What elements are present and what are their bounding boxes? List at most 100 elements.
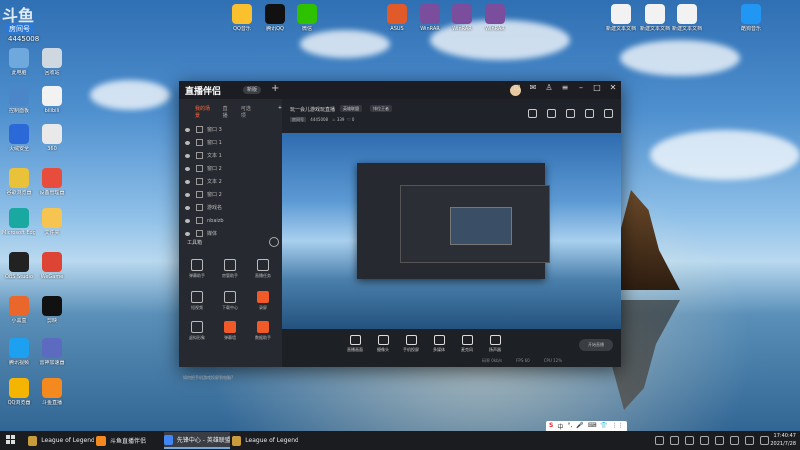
eye-icon[interactable] [185, 127, 190, 132]
eye-icon[interactable] [185, 231, 190, 236]
screenshot-icon[interactable] [566, 109, 575, 118]
desktop-icon[interactable]: 谷歌浏览器 [2, 168, 36, 196]
eye-icon[interactable] [185, 179, 190, 184]
desktop-icon[interactable]: OBS Studio [2, 252, 36, 280]
tool-button[interactable]: 房管助手 [217, 259, 243, 279]
scene-item[interactable]: 窗口 2 [179, 162, 282, 175]
tray-icon[interactable] [760, 436, 769, 445]
lock-icon[interactable] [196, 165, 203, 172]
ime-item[interactable]: ⌨ [588, 422, 597, 431]
desktop-icon[interactable]: ASUS [380, 4, 414, 32]
scene-item[interactable]: 文本 1 [179, 149, 282, 162]
desktop-icon[interactable]: 新建文本文档 [670, 4, 704, 32]
control-button[interactable]: 多媒体 [426, 335, 452, 353]
scene-item[interactable]: 窗口 3 [179, 123, 282, 136]
start-button[interactable] [6, 435, 16, 445]
desktop-icon[interactable]: 设备管理器 [35, 168, 69, 196]
version-badge[interactable]: 新版 [243, 86, 262, 94]
taskbar-item[interactable]: League of Legends [28, 432, 94, 449]
scene-item[interactable]: 游戏名 [179, 201, 282, 214]
desktop-icon[interactable]: WinRAR [445, 4, 479, 32]
control-button[interactable]: 麦克风 [454, 335, 480, 353]
lock-icon[interactable] [196, 139, 203, 146]
eye-icon[interactable] [185, 218, 190, 223]
clock[interactable]: 17:40:47 2021/7/28 [770, 432, 796, 448]
scene-item[interactable]: 文本 2 [179, 175, 282, 188]
maximize-icon[interactable]: □ [593, 84, 601, 92]
desktop-icon[interactable]: 微信 [290, 4, 324, 32]
lock-icon[interactable] [196, 152, 203, 159]
tool-button[interactable]: 下载中心 [217, 291, 243, 311]
tray-icon[interactable] [700, 436, 709, 445]
ime-item[interactable]: 中 [557, 422, 563, 431]
control-button[interactable]: 扬声器 [482, 335, 508, 353]
menu-icon[interactable]: ≡ [561, 84, 569, 92]
desktop-icon[interactable]: 腾讯QQ [258, 4, 292, 32]
tool-button[interactable]: 虚拟形象 [184, 321, 210, 341]
settings-icon[interactable] [528, 109, 537, 118]
desktop-icon[interactable]: 新建文本文档 [638, 4, 672, 32]
start-live-button[interactable]: 开始直播 [579, 339, 613, 351]
ime-item[interactable]: 🎤 [576, 422, 583, 431]
ime-item[interactable]: 👕 [600, 422, 607, 431]
share-icon[interactable] [547, 109, 556, 118]
desktop-icon[interactable]: 此电脑 [2, 48, 36, 76]
eye-icon[interactable] [185, 140, 190, 145]
eye-icon[interactable] [185, 192, 190, 197]
more-icon[interactable] [604, 109, 613, 118]
scene-item[interactable]: 窗口 2 [179, 188, 282, 201]
lock-icon[interactable] [196, 191, 203, 198]
desktop-icon[interactable]: WinRAR [478, 4, 512, 32]
message-icon[interactable]: ✉ [529, 84, 537, 92]
scene-item[interactable]: 窗口 1 [179, 136, 282, 149]
control-button[interactable]: 直播画面 [342, 335, 368, 353]
desktop-icon[interactable]: 文件夹 [35, 208, 69, 236]
live-preview[interactable] [282, 133, 621, 329]
category-chip[interactable]: 英雄联盟 [340, 105, 362, 112]
tray-icon[interactable] [730, 436, 739, 445]
desktop-icon[interactable]: WinRAR [413, 4, 447, 32]
desktop-icon[interactable]: 火绒安全 [2, 124, 36, 152]
desktop-icon[interactable]: QQ音乐 [225, 4, 259, 32]
desktop-icon[interactable]: bilibili [35, 86, 69, 114]
taskbar-item[interactable]: 先锋中心 - 英雄联盟... [164, 432, 230, 449]
scene-item[interactable]: nbaizb [179, 214, 282, 227]
lock-icon[interactable] [196, 230, 203, 237]
lock-icon[interactable] [196, 178, 203, 185]
desktop-icon[interactable]: 控制面板 [2, 86, 36, 114]
tool-button[interactable]: 弹幕助手 [184, 259, 210, 279]
lock-icon[interactable] [196, 204, 203, 211]
rank-chip[interactable]: 排位王者 [370, 105, 392, 112]
desktop-icon[interactable]: 雷神加速器 [35, 338, 69, 366]
skin-icon[interactable]: ⊡ [513, 84, 521, 92]
tab-live[interactable]: 直播 [223, 105, 232, 119]
eye-icon[interactable] [185, 153, 190, 158]
desktop-icon[interactable]: QQ浏览器 [2, 378, 36, 406]
tool-button[interactable]: 短视频 [184, 291, 210, 311]
desktop-icon[interactable]: 小黑盒 [2, 296, 36, 324]
desktop-icon[interactable]: 斗鱼直播 [35, 378, 69, 406]
desktop-icon[interactable]: 腾讯视频 [2, 338, 36, 366]
control-button[interactable]: 手机投屏 [398, 335, 424, 353]
window-titlebar[interactable]: 直播伴侣 新版 + ⊡ ✉ ♙ ≡ – □ ✕ [179, 81, 621, 99]
toolbox-settings-icon[interactable] [269, 237, 279, 247]
tool-button[interactable]: 直播任务 [250, 259, 276, 279]
desktop-icon[interactable]: 新建文本文档 [604, 4, 638, 32]
lock-icon[interactable] [196, 126, 203, 133]
close-icon[interactable]: ✕ [609, 84, 617, 92]
eye-icon[interactable] [185, 205, 190, 210]
bell-icon[interactable] [585, 109, 594, 118]
tab-options[interactable]: 可选项 [241, 105, 255, 119]
eye-icon[interactable] [185, 166, 190, 171]
desktop-icon[interactable]: 酷狗音乐 [734, 4, 768, 32]
tray-icon[interactable] [685, 436, 694, 445]
stream-title[interactable]: 玩一会儿游戏玩直播 [290, 106, 335, 113]
taskbar-item[interactable]: 斗鱼直播伴侣 [96, 432, 162, 449]
tab-scenes[interactable]: 我的场景 [195, 105, 214, 119]
shirt-icon[interactable]: ♙ [545, 84, 553, 92]
taskbar-item[interactable]: League of Legends [232, 432, 298, 449]
tray-icon[interactable] [715, 436, 724, 445]
tray-icon[interactable] [670, 436, 679, 445]
tool-button[interactable]: 数据助手 [250, 321, 276, 341]
tool-button[interactable]: 弹幕墙 [217, 321, 243, 341]
